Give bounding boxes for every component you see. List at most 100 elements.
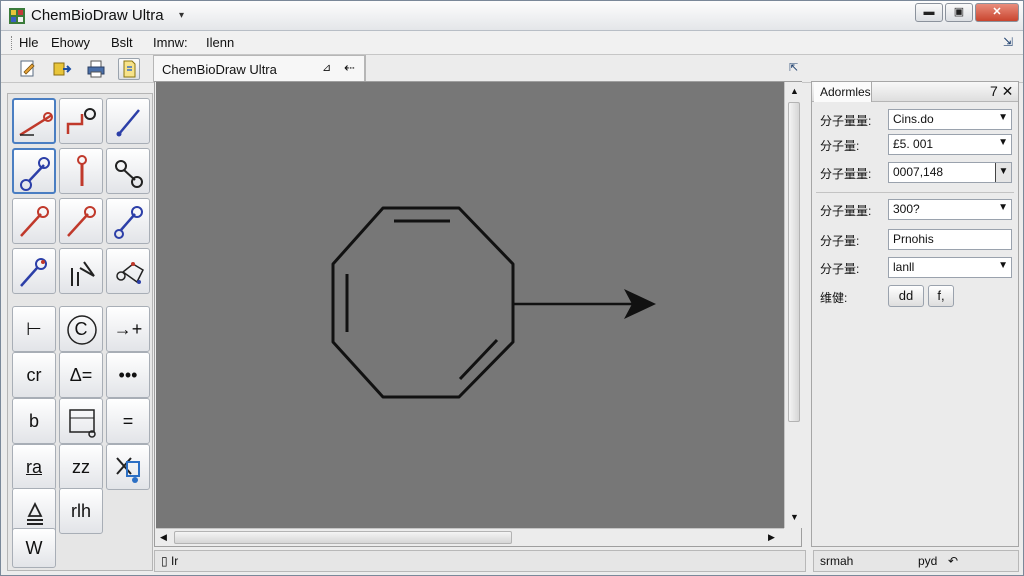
property-field-2[interactable]: £5. 001 ▼ bbox=[888, 134, 1012, 155]
title-bar[interactable]: ChemBioDraw Ultra ▾ ▬ ▣ ✕ bbox=[1, 1, 1023, 31]
tab-back-icon[interactable]: ⇠ bbox=[344, 60, 355, 76]
carbon-tool-label: C bbox=[74, 319, 88, 339]
tool-red-bond[interactable] bbox=[12, 198, 56, 244]
arrow-tool-label: →+ bbox=[113, 319, 143, 339]
open-doc-icon bbox=[123, 60, 136, 78]
edit-doc-button[interactable] bbox=[17, 58, 39, 80]
undo-icon[interactable]: ↶ bbox=[948, 554, 958, 568]
tool-carbon-atom[interactable]: C bbox=[59, 306, 103, 352]
scroll-down-icon[interactable]: ▼ bbox=[790, 512, 799, 522]
chevron-down-icon[interactable]: ▼ bbox=[998, 260, 1008, 271]
tool-rlh[interactable]: rlh bbox=[59, 488, 103, 534]
stereo-bond-icon bbox=[71, 261, 95, 286]
open-doc-button[interactable] bbox=[118, 58, 140, 80]
tool-table[interactable] bbox=[59, 398, 103, 444]
structure-drawing bbox=[331, 206, 656, 399]
property-separator bbox=[816, 192, 1014, 193]
tool-solid-bond[interactable] bbox=[12, 98, 56, 144]
template-tool-icon bbox=[116, 457, 140, 483]
title-dropdown-icon[interactable]: ▾ bbox=[179, 10, 184, 21]
property-label-3: 分子量量: bbox=[820, 167, 872, 181]
properties-title: Adormles bbox=[820, 85, 871, 99]
tool-palette: ⊢ C →+ cr Δ= ••• b = ra zz rlh W bbox=[7, 93, 153, 571]
vertical-scrollbar[interactable]: ▲ ▼ bbox=[784, 82, 802, 528]
double-bond-lower-right bbox=[458, 338, 499, 381]
tool-zz[interactable]: zz bbox=[59, 444, 103, 490]
app-logo-icon bbox=[9, 8, 25, 24]
menu-help[interactable]: Ilenn bbox=[206, 35, 234, 50]
properties-close-button[interactable]: 7 ✕ bbox=[990, 83, 1013, 100]
tool-vertical-bond[interactable] bbox=[59, 148, 103, 194]
property-field-6[interactable]: lanll ▼ bbox=[888, 257, 1012, 278]
property-value-2: £5. 001 bbox=[893, 137, 934, 151]
tool-blue-atom[interactable] bbox=[12, 248, 56, 294]
property-action-button-1[interactable]: dd bbox=[888, 285, 924, 307]
properties-status-left: srmah bbox=[820, 554, 854, 568]
move-button[interactable] bbox=[51, 58, 73, 80]
chevron-down-icon[interactable]: ▼ bbox=[995, 163, 1011, 182]
chevron-down-icon[interactable]: ▼ bbox=[998, 137, 1008, 148]
move-icon bbox=[53, 62, 72, 76]
horizontal-scroll-thumb[interactable] bbox=[174, 531, 512, 544]
property-label-2: 分子量: bbox=[820, 139, 860, 153]
document-tab[interactable]: ChemBioDraw Ultra ⊿ ⇠ bbox=[153, 55, 365, 82]
tool-atom-blue[interactable] bbox=[12, 148, 56, 194]
print-button[interactable] bbox=[85, 58, 107, 80]
menu-bar: Hle Ehowy Bslt Imnw: Ilenn ⇲ bbox=[1, 31, 1023, 55]
vertical-scroll-thumb[interactable] bbox=[788, 102, 800, 422]
rlh-tool-label: rlh bbox=[70, 501, 91, 521]
tool-stereo-bond[interactable] bbox=[59, 248, 103, 294]
tool-ra[interactable]: ra bbox=[12, 444, 56, 490]
edit-doc-icon bbox=[20, 60, 35, 77]
tool-chain[interactable] bbox=[59, 98, 103, 144]
tool-bond-link[interactable] bbox=[106, 148, 150, 194]
property-label-6: 分子量: bbox=[820, 262, 860, 276]
tab-pin-icon[interactable]: ⊿ bbox=[322, 61, 331, 74]
minimize-button[interactable]: ▬ bbox=[915, 3, 943, 22]
scroll-right-icon[interactable]: ▶ bbox=[768, 532, 775, 543]
tool-w[interactable]: W bbox=[12, 528, 56, 568]
tool-dots[interactable]: ••• bbox=[106, 352, 150, 398]
tool-chain-text[interactable]: cr bbox=[12, 352, 56, 398]
property-label-1: 分子量量: bbox=[820, 114, 872, 128]
red-bond-alt-icon bbox=[67, 206, 96, 237]
tool-ring-fragment[interactable] bbox=[106, 248, 150, 294]
property-field-4[interactable]: 300? ▼ bbox=[888, 199, 1012, 220]
print-icon bbox=[87, 60, 105, 78]
toolbar: ChemBioDraw Ultra ⊿ ⇠ ⇱ bbox=[1, 55, 1023, 83]
maximize-button[interactable]: ▣ bbox=[945, 3, 973, 22]
chevron-down-icon[interactable]: ▼ bbox=[998, 112, 1008, 123]
panel-pin-icon[interactable]: ⇱ bbox=[789, 61, 798, 74]
tool-line[interactable] bbox=[106, 98, 150, 144]
property-field-1[interactable]: Cins.do ▼ bbox=[888, 109, 1012, 130]
chain-text-tool-label: cr bbox=[26, 365, 42, 385]
menu-insert[interactable]: Imnw: bbox=[153, 35, 188, 50]
ring-fragment-icon bbox=[116, 262, 144, 284]
chevron-down-icon[interactable]: ▼ bbox=[998, 202, 1008, 213]
tool-delta[interactable]: Δ= bbox=[59, 352, 103, 398]
close-button[interactable]: ✕ bbox=[975, 3, 1019, 22]
menu-file[interactable]: Hle bbox=[19, 35, 39, 50]
properties-header: Adormles 7 ✕ bbox=[812, 82, 1018, 102]
property-action-button-2[interactable]: f, bbox=[928, 285, 954, 307]
horizontal-scrollbar[interactable]: ◀ ▶ bbox=[156, 528, 784, 546]
properties-tab[interactable]: Adormles bbox=[814, 82, 872, 102]
tool-red-bond-2[interactable] bbox=[59, 198, 103, 244]
property-field-5[interactable]: Prnohis bbox=[888, 229, 1012, 250]
drawing-canvas[interactable] bbox=[156, 82, 784, 528]
tool-blue-bond[interactable] bbox=[106, 198, 150, 244]
tool-arrow[interactable]: →+ bbox=[106, 306, 150, 352]
property-field-3[interactable]: 0007,148 ▼ bbox=[888, 162, 1012, 183]
tool-equals[interactable]: = bbox=[106, 398, 150, 444]
tool-template[interactable] bbox=[106, 444, 150, 490]
tool-bond-text[interactable]: b bbox=[12, 398, 56, 444]
scroll-up-icon[interactable]: ▲ bbox=[790, 86, 799, 96]
menu-edit[interactable]: Ehowy bbox=[51, 35, 90, 50]
menu-pin-icon[interactable]: ⇲ bbox=[1003, 35, 1013, 49]
scroll-left-icon[interactable]: ◀ bbox=[160, 532, 167, 543]
tool-bracket[interactable]: ⊢ bbox=[12, 306, 56, 352]
property-value-5: Prnohis bbox=[893, 232, 934, 246]
menu-view[interactable]: Bslt bbox=[111, 35, 133, 50]
menubar-grip[interactable] bbox=[11, 36, 14, 50]
property-label-4: 分子量量: bbox=[820, 204, 872, 218]
